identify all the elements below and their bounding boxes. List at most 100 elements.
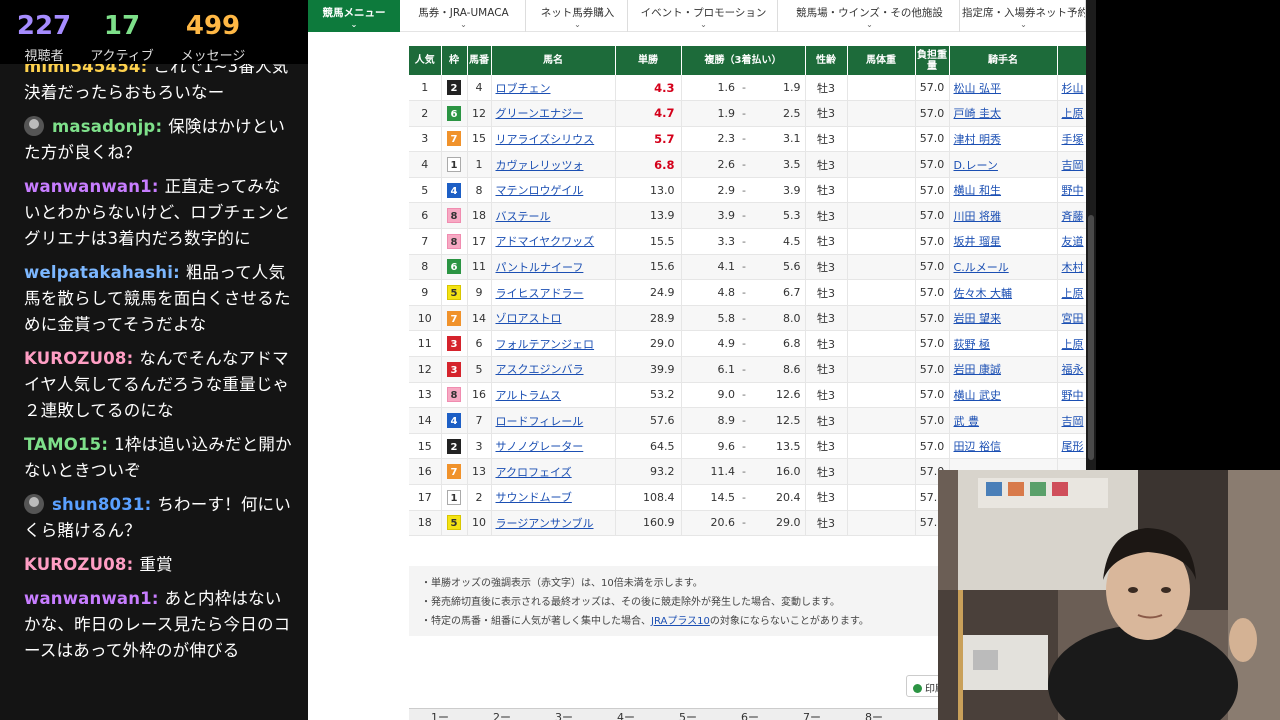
chat-username[interactable]: masadonjp (52, 117, 155, 136)
odds-table-body: 1 2 4 ロブチェン 4.3 1.6-1.9 牡3 57.0 松山 弘平 杉山 2 6 12 グリーンエ… (409, 75, 1086, 537)
trainer-link[interactable]: 野中 (1062, 389, 1084, 402)
nav-item[interactable]: ネット馬券購入 ⌄ (528, 0, 628, 32)
nav-item[interactable]: 競馬場・ウインズ・その他施設 ⌄ (780, 0, 960, 32)
horse-name-link[interactable]: マテンロウゲイル (496, 184, 584, 197)
horse-name-link[interactable]: パントルナイーフ (496, 261, 584, 274)
horse-name-link[interactable]: グリーンエナジー (496, 107, 583, 120)
trainer-link[interactable]: 上原 (1062, 338, 1084, 351)
chat-message: welpatakahashi: 粗品って人気馬を散らして競馬を面白くさせるために… (24, 263, 291, 334)
chat-username[interactable]: wanwanwan1 (24, 589, 152, 608)
chat-message: shun8031: ちわーす！何にいくら賭けるん？ (24, 494, 291, 540)
horse-name-link[interactable]: ライヒスアドラー (496, 287, 584, 300)
jockey-link[interactable]: 横山 武史 (954, 389, 1002, 402)
body-weight-cell (847, 510, 916, 537)
trainer-link[interactable]: 友道 (1062, 235, 1084, 248)
win-odds-cell: 13.9 (615, 202, 682, 230)
jockey-link[interactable]: 田辺 裕信 (954, 440, 1002, 453)
trainer-link[interactable]: 上原 (1062, 287, 1084, 300)
chat-username[interactable]: TAMO15 (24, 435, 101, 454)
horse-name-link[interactable]: サウンドムーブ (496, 491, 572, 504)
horse-name-cell: ライヒスアドラー (491, 279, 616, 306)
waku-badge: 8 (447, 387, 461, 403)
chat-username[interactable]: KUROZU08 (24, 349, 127, 368)
trainer-link[interactable]: 吉岡 (1062, 159, 1084, 172)
win-odds-cell: 57.6 (615, 407, 682, 434)
table-row: 12 3 5 アスクエジンバラ 39.9 6.1-8.6 牡3 57.0 岩田 康誠 福永 (409, 356, 1086, 383)
sex-age-cell: 牡3 (805, 100, 848, 127)
horse-name-link[interactable]: アスクエジンバラ (496, 363, 584, 376)
place-odds-separator: - (739, 254, 749, 281)
jockey-link[interactable]: 横山 和生 (954, 184, 1002, 197)
trainer-link[interactable]: 斉藤 (1062, 210, 1084, 223)
bottom-tab[interactable]: 2ー (471, 709, 533, 720)
jockey-link[interactable]: 川田 将雅 (954, 210, 1002, 223)
trainer-link[interactable]: 上原 (1062, 107, 1084, 120)
chat-username[interactable]: wanwanwan1 (24, 177, 152, 196)
nav-item[interactable]: 馬券・JRA-UMACA ⌄ (402, 0, 526, 32)
trainer-link[interactable]: 木村 (1062, 261, 1084, 274)
table-row: 7 8 17 アドマイヤクワッズ 15.5 3.3-4.5 牡3 57.0 坂井 瑠星 友道 (409, 228, 1086, 255)
chat-username[interactable]: shun8031 (52, 495, 145, 514)
horse-name-link[interactable]: リアライズシリウス (496, 133, 595, 146)
nav-item[interactable]: イベント・プロモーション ⌄ (630, 0, 778, 32)
trainer-link[interactable]: 宮田 (1062, 312, 1084, 325)
horse-name-link[interactable]: サノノグレーター (496, 440, 584, 453)
jockey-link[interactable]: 佐々木 大輔 (954, 287, 1013, 300)
body-weight-cell (847, 75, 916, 102)
jockey-link[interactable]: C.ルメール (954, 261, 1009, 274)
trainer-link[interactable]: 野中 (1062, 184, 1084, 197)
place-odds-max-cell: 20.4 (749, 484, 806, 511)
jockey-link[interactable]: 岩田 望来 (954, 312, 1002, 325)
bottom-tab[interactable]: 1ー (409, 709, 471, 720)
bottom-tab[interactable]: 7ー (781, 709, 843, 720)
trainer-link[interactable]: 杉山 (1062, 82, 1084, 95)
jockey-link[interactable]: D.レーン (954, 159, 998, 172)
horse-name-link[interactable]: ゾロアストロ (496, 312, 562, 325)
horse-name-link[interactable]: ロードフィレール (496, 415, 584, 428)
body-weight-cell (847, 279, 916, 306)
horse-name-link[interactable]: アクロフェイズ (496, 466, 572, 479)
horse-number-cell: 16 (467, 382, 492, 409)
sex-age-cell: 牡3 (805, 458, 848, 485)
horse-name-link[interactable]: カヴァレリッツォ (496, 159, 584, 172)
chat-username[interactable]: KUROZU08 (24, 555, 127, 574)
horse-name-link[interactable]: アドマイヤクワッズ (496, 235, 595, 248)
horse-name-link[interactable]: ロブチェン (496, 82, 551, 95)
bottom-tab[interactable]: 3ー (533, 709, 595, 720)
trainer-link[interactable]: 福永 (1062, 363, 1084, 376)
popularity-cell: 1 (409, 75, 442, 102)
chat-username[interactable]: welpatakahashi (24, 263, 173, 282)
jra-plus10-link[interactable]: JRAプラス10 (651, 616, 710, 627)
jockey-link[interactable]: 岩田 康誠 (954, 363, 1002, 376)
horse-name-link[interactable]: バステール (496, 210, 551, 223)
nav-item[interactable]: 競馬メニュー ⌄ (308, 0, 400, 32)
jockey-link[interactable]: 松山 弘平 (954, 82, 1002, 95)
horse-name-link[interactable]: アルトラムス (496, 389, 562, 402)
trainer-link[interactable]: 手塚 (1062, 133, 1084, 146)
horse-name-link[interactable]: フォルテアンジェロ (496, 338, 595, 351)
win-odds-cell: 29.0 (615, 330, 682, 358)
trainer-link[interactable]: 尾形 (1062, 440, 1084, 453)
nav-item[interactable]: 指定席・入場券ネット予約 ⌄ (962, 0, 1086, 32)
bottom-tab[interactable]: 6ー (719, 709, 781, 720)
load-weight-cell: 57.0 (915, 202, 950, 230)
note-text: の対象にならないことがあります。 (709, 616, 869, 627)
horse-name-link[interactable]: ラージアンサンブル (496, 517, 594, 530)
trainer-cell: 吉岡 (1057, 407, 1086, 434)
place-odds-max-cell: 1.9 (749, 75, 806, 102)
body-weight-cell (847, 202, 916, 230)
scrollbar-thumb[interactable] (1088, 215, 1094, 460)
table-row: 9 5 9 ライヒスアドラー 24.9 4.8-6.7 牡3 57.0 佐々木 大輔 上原 (409, 279, 1086, 306)
jockey-link[interactable]: 坂井 瑠星 (954, 235, 1002, 248)
bottom-tab[interactable]: 4ー (595, 709, 657, 720)
sex-age-cell: 牡3 (805, 382, 848, 409)
bottom-tab[interactable]: 5ー (657, 709, 719, 720)
table-row: 2 6 12 グリーンエナジー 4.7 1.9-2.5 牡3 57.0 戸崎 圭太 上原 (409, 100, 1086, 127)
place-odds-separator: - (739, 151, 749, 178)
bottom-tab[interactable]: 8ー (843, 709, 905, 720)
jockey-link[interactable]: 荻野 極 (954, 338, 991, 351)
jockey-link[interactable]: 武 豊 (954, 415, 980, 428)
trainer-link[interactable]: 吉岡 (1062, 415, 1084, 428)
jockey-link[interactable]: 津村 明秀 (954, 133, 1002, 146)
jockey-link[interactable]: 戸崎 圭太 (954, 107, 1002, 120)
